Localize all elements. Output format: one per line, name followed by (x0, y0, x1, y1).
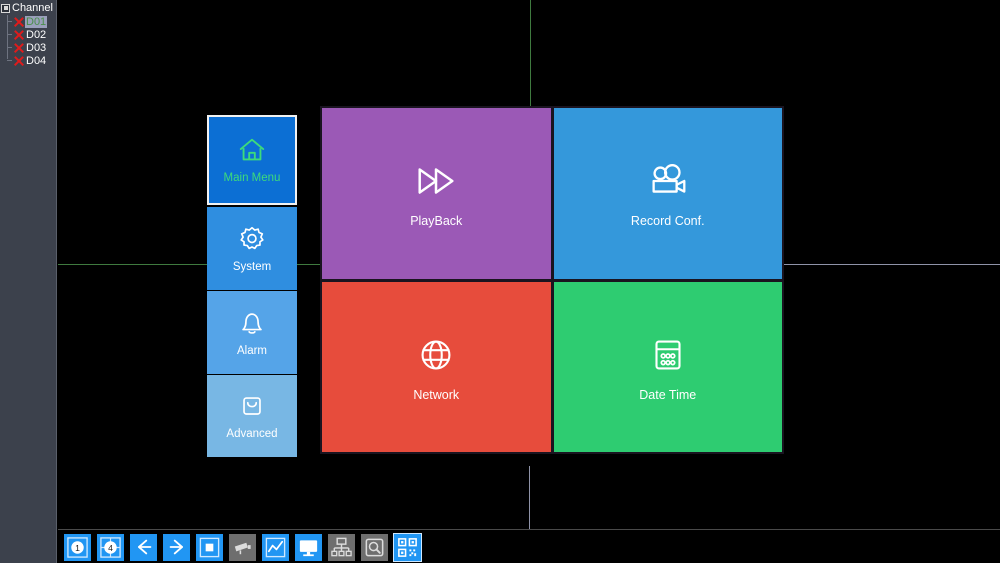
channel-list: D01 D02 D03 D04 (0, 15, 56, 67)
arrow-left-icon (137, 539, 151, 555)
svg-text:4: 4 (108, 542, 113, 552)
red-x-icon (13, 29, 24, 40)
sidebar-item-advanced[interactable]: Advanced (207, 375, 297, 457)
red-x-icon (13, 55, 24, 66)
toolbar-separator (58, 529, 1000, 530)
sidebar-item-label: System (232, 260, 272, 273)
tile-label: Network (413, 387, 460, 402)
disk-search-icon (365, 538, 384, 556)
globe-icon (421, 340, 451, 370)
tile-label: Record Conf. (630, 214, 705, 229)
channel-tree-root-label: Channel (12, 2, 53, 14)
channel-item-d01[interactable]: D01 (7, 15, 56, 28)
channel-item-label: D03 (26, 41, 47, 54)
network-tree-icon (331, 537, 352, 556)
sidebar-item-label: Main Menu (223, 172, 281, 184)
line-chart-icon (265, 537, 286, 557)
display-button[interactable] (295, 533, 322, 561)
side-menu: Main Menu System Alarm Advanced (207, 115, 297, 458)
camera-button (229, 533, 256, 561)
sidebar-item-label: Alarm (236, 344, 268, 357)
tile-record-conf[interactable]: Record Conf. (553, 108, 782, 279)
tile-label: PlayBack (410, 214, 463, 229)
gear-icon (240, 226, 264, 249)
circle-4-target-icon: 4 (100, 536, 121, 558)
arrow-right-icon (169, 539, 183, 555)
red-x-icon (13, 16, 24, 27)
svg-text:1: 1 (75, 542, 80, 552)
channel-item-d03[interactable]: D03 (7, 41, 56, 54)
quadrant-divider-horizontal-right (784, 264, 1000, 265)
sidebar-item-label: Advanced (226, 428, 278, 440)
video-camera-icon (652, 164, 686, 193)
sidebar-item-system[interactable]: System (207, 207, 297, 290)
main-menu-tile-grid: PlayBack Record Conf. Network Date Time (320, 106, 784, 454)
channel-item-d02[interactable]: D02 (7, 28, 56, 41)
qrcode-button[interactable] (393, 532, 422, 562)
stop-button[interactable] (196, 533, 223, 561)
quad-view-button[interactable]: 4 (97, 533, 124, 561)
qr-code-icon (398, 537, 417, 557)
channel-item-label: D01 (25, 15, 48, 28)
toolbox-icon (243, 397, 261, 415)
sidebar-item-alarm[interactable]: Alarm (207, 291, 297, 374)
single-view-button[interactable]: 1 (64, 533, 91, 561)
channel-item-d04[interactable]: D04 (7, 54, 56, 67)
cctv-camera-icon (234, 542, 251, 554)
tile-network[interactable]: Network (322, 281, 551, 452)
calendar-icon (655, 340, 681, 370)
prev-page-button[interactable] (130, 533, 157, 561)
minus-box-icon[interactable] (1, 3, 10, 13)
dvr-main-menu-screen: Channel D01 D02 D03 D04 Main Menu System… (0, 0, 1000, 563)
disk-search-button (361, 533, 388, 561)
tile-playback[interactable]: PlayBack (322, 108, 551, 279)
red-x-icon (13, 42, 24, 53)
bell-icon (242, 312, 262, 334)
tile-label: Date Time (639, 387, 697, 402)
channel-item-label: D04 (26, 54, 47, 67)
channel-item-label: D02 (26, 28, 47, 41)
channel-tree-root[interactable]: Channel (0, 1, 56, 15)
quadrant-divider-vertical-bottom (529, 466, 530, 530)
circle-1-icon: 1 (67, 536, 88, 558)
next-page-button[interactable] (163, 533, 190, 561)
stop-square-icon (199, 537, 220, 557)
tile-date-time[interactable]: Date Time (553, 281, 782, 452)
sidebar-item-main-menu[interactable]: Main Menu (207, 115, 297, 205)
network-tree-button (328, 533, 355, 561)
bottom-toolbar: 1 4 (64, 532, 422, 562)
fast-forward-icon (418, 168, 454, 194)
chart-button[interactable] (262, 533, 289, 561)
home-icon (239, 138, 265, 161)
monitor-icon (299, 539, 318, 556)
channel-panel: Channel D01 D02 D03 D04 (0, 0, 57, 563)
